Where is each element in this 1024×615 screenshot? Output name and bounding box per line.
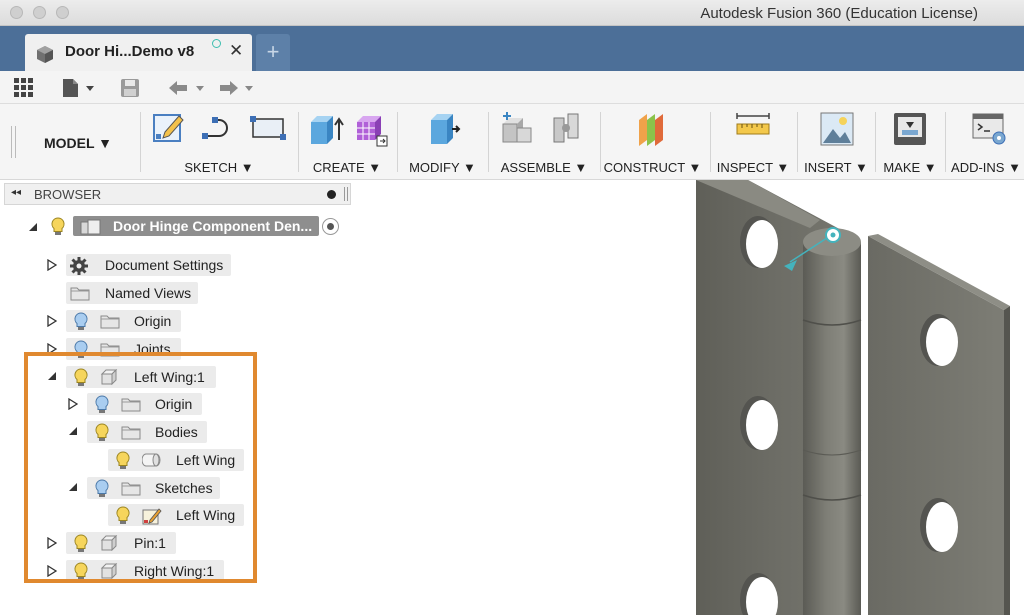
document-tab[interactable]: Door Hi...Demo v8 ✕ xyxy=(25,34,252,71)
new-component-icon[interactable] xyxy=(499,110,537,148)
scripts-addins-icon[interactable] xyxy=(970,110,1008,148)
ribbon-divider xyxy=(298,112,299,172)
new-tab-button[interactable]: + xyxy=(256,34,290,71)
browser-node-label: Origin xyxy=(134,313,172,329)
ribbon-divider xyxy=(875,112,876,172)
ribbon-divider xyxy=(140,112,141,172)
insert-menu[interactable]: INSERT ▼ xyxy=(800,160,872,175)
data-panel-grid-icon[interactable] xyxy=(13,77,35,99)
3d-print-icon[interactable] xyxy=(891,110,929,148)
file-menu-icon[interactable] xyxy=(60,77,98,99)
addins-menu[interactable]: ADD-INS ▼ xyxy=(948,160,1024,175)
fusion-360-window: Autodesk Fusion 360 (Education License) … xyxy=(0,0,1024,615)
activate-component-radio[interactable] xyxy=(322,218,339,235)
modify-menu[interactable]: MODIFY ▼ xyxy=(400,160,485,175)
title-bar: Autodesk Fusion 360 (Education License) xyxy=(0,0,1024,26)
modify-group[interactable]: MODIFY ▼ xyxy=(400,104,485,180)
create-menu[interactable]: CREATE ▼ xyxy=(301,160,393,175)
press-pull-icon[interactable] xyxy=(425,110,463,148)
browser-node[interactable]: Origin xyxy=(0,310,350,332)
app-title: Autodesk Fusion 360 (Education License) xyxy=(700,5,978,22)
insert-group[interactable]: INSERT ▼ xyxy=(800,104,872,180)
assemble-menu[interactable]: ASSEMBLE ▼ xyxy=(491,160,597,175)
ribbon-divider xyxy=(488,112,489,172)
create-group[interactable]: CREATE ▼ xyxy=(301,104,393,180)
sketch-group[interactable]: SKETCH ▼ xyxy=(143,104,295,180)
undo-icon[interactable] xyxy=(165,77,209,99)
ribbon-divider xyxy=(945,112,946,172)
ribbon-divider xyxy=(710,112,711,172)
browser-header: ◂◂ BROWSER xyxy=(4,183,351,205)
inspect-menu[interactable]: INSPECT ▼ xyxy=(713,160,793,175)
rectangle-icon[interactable] xyxy=(249,110,287,146)
folder-icon xyxy=(100,313,120,334)
inspect-group[interactable]: INSPECT ▼ xyxy=(713,104,793,180)
ribbon-grip xyxy=(11,126,16,158)
document-tab-bar: Door Hi...Demo v8 ✕ + xyxy=(0,26,1024,71)
minimize-window-button[interactable] xyxy=(33,6,46,19)
document-cube-icon xyxy=(37,46,53,63)
folder-icon xyxy=(70,285,90,306)
collapsed-triangle-icon[interactable] xyxy=(47,258,59,272)
browser-pin-icon[interactable] xyxy=(344,187,348,201)
create-sketch-icon[interactable] xyxy=(151,110,187,146)
ribbon-divider xyxy=(397,112,398,172)
browser-node[interactable]: Document Settings xyxy=(0,254,350,276)
visibility-bulb-icon[interactable] xyxy=(73,312,89,337)
construct-group[interactable]: CONSTRUCT ▼ xyxy=(603,104,702,180)
document-tab-label: Door Hi...Demo v8 xyxy=(65,43,195,60)
make-group[interactable]: MAKE ▼ xyxy=(878,104,942,180)
browser-title: BROWSER xyxy=(34,187,102,202)
pin-barrel[interactable] xyxy=(802,228,862,615)
collapsed-triangle-icon[interactable] xyxy=(47,314,59,328)
browser-node[interactable]: Named Views xyxy=(0,282,350,304)
insert-image-icon[interactable] xyxy=(818,110,856,148)
collapse-browser-icon[interactable]: ◂◂ xyxy=(11,187,21,198)
line-arc-icon[interactable] xyxy=(200,110,236,146)
close-tab-button[interactable]: ✕ xyxy=(229,41,243,61)
right-wing-body[interactable] xyxy=(868,234,1010,615)
make-menu[interactable]: MAKE ▼ xyxy=(878,160,942,175)
callout-highlight-box xyxy=(24,352,257,583)
save-icon[interactable] xyxy=(119,77,141,99)
assemble-group[interactable]: ASSEMBLE ▼ xyxy=(491,104,597,180)
zoom-window-button[interactable] xyxy=(56,6,69,19)
measure-icon[interactable] xyxy=(734,110,772,148)
assembly-document-icon xyxy=(80,219,101,235)
browser-node-label: Document Settings xyxy=(105,257,224,273)
visibility-bulb-icon[interactable] xyxy=(50,217,66,237)
ribbon-divider xyxy=(600,112,601,172)
construct-menu[interactable]: CONSTRUCT ▼ xyxy=(603,160,702,175)
sketch-menu[interactable]: SKETCH ▼ xyxy=(143,160,295,175)
extrude-icon[interactable] xyxy=(307,110,345,148)
redo-icon[interactable] xyxy=(216,77,260,99)
joint-icon[interactable] xyxy=(548,110,586,148)
addins-group[interactable]: ADD-INS ▼ xyxy=(948,104,1024,180)
unsaved-indicator-icon xyxy=(212,39,221,48)
offset-plane-icon[interactable] xyxy=(633,110,671,148)
expanded-triangle-icon[interactable] xyxy=(28,222,38,232)
gear-icon xyxy=(70,257,88,280)
close-window-button[interactable] xyxy=(10,6,23,19)
workspace-switcher[interactable]: MODEL ▼ xyxy=(24,126,132,160)
3d-viewport[interactable] xyxy=(600,180,1024,615)
toolbar-ribbon: MODEL ▼ SKETCH ▼ CREATE ▼ MODIFY ▼ ASSEM… xyxy=(0,104,1024,180)
form-icon[interactable] xyxy=(351,110,389,148)
browser-options-icon[interactable] xyxy=(327,190,336,199)
root-node-label: Door Hinge Component Den... xyxy=(113,218,313,234)
browser-node-label: Named Views xyxy=(105,285,192,301)
quick-access-toolbar xyxy=(0,71,1024,104)
ribbon-divider xyxy=(797,112,798,172)
